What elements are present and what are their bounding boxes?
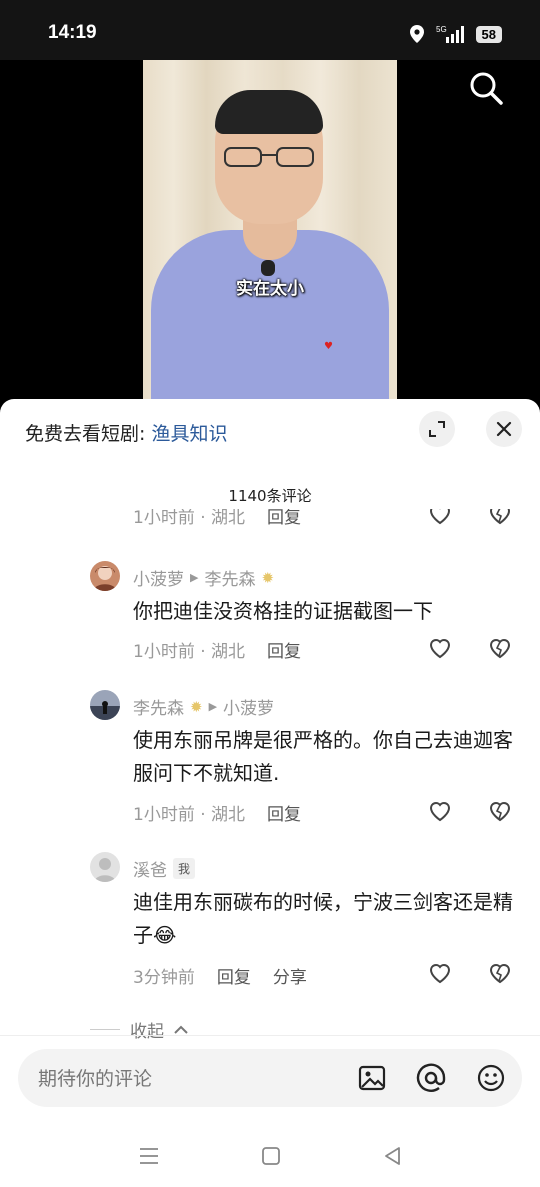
self-tag: 我	[173, 858, 196, 879]
comment-time: 3分钟前	[133, 968, 195, 988]
expand-icon	[429, 421, 445, 437]
avatar-image	[90, 561, 120, 591]
battery-indicator: 58	[475, 25, 502, 43]
comment-count: 1140条评论	[228, 487, 312, 505]
divider	[0, 1035, 540, 1036]
dislike-icon[interactable]	[487, 509, 513, 527]
video-player[interactable]: ♥ 实在太小	[0, 60, 540, 405]
comment-sheet: 免费去看短剧: 渔具知识 1140条评论 1小时前 · 湖北 回复 小菠萝 ▶ …	[0, 399, 540, 1187]
back-nav-icon[interactable]	[382, 1145, 404, 1167]
comment-meta: 1小时前 · 湖北 回复	[133, 637, 301, 662]
video-subtitle: 实在太小	[236, 279, 304, 299]
close-icon	[496, 421, 512, 437]
avatar[interactable]	[90, 690, 120, 720]
collapse-divider	[90, 1029, 120, 1030]
search-icon[interactable]	[468, 70, 504, 106]
comment-author-line: 小菠萝 ▶ 李先森 ✹	[133, 565, 275, 591]
reply-button[interactable]: 回复	[267, 637, 301, 662]
comment-author[interactable]: 溪爸	[133, 856, 167, 881]
mention-icon[interactable]	[416, 1063, 446, 1093]
system-nav-bar	[0, 1129, 540, 1187]
comment-text: 你把迪佳没资格挂的证据截图一下	[133, 599, 433, 623]
comment-time: 1小时前 · 湖北	[133, 805, 246, 825]
reply-button[interactable]: 回复	[217, 963, 251, 988]
partial-comment-time: 1小时前 · 湖北	[133, 509, 246, 528]
status-time: 14:19	[48, 22, 97, 43]
drama-promo-link[interactable]: 渔具知识	[151, 423, 227, 445]
menu-nav-icon[interactable]	[138, 1145, 160, 1167]
comment-text: 迪佳用东丽碳布的时候，宁波三剑客还是精子😂	[133, 890, 513, 947]
close-button[interactable]	[486, 411, 522, 447]
reply-arrow-icon: ▶	[190, 571, 199, 584]
like-icon[interactable]	[427, 960, 453, 986]
comment-author-line: 李先森 ✹ ▶ 小菠萝	[133, 694, 274, 720]
comment-author[interactable]: 李先森	[133, 694, 184, 719]
video-person-glasses	[224, 147, 314, 167]
dislike-icon[interactable]	[487, 635, 513, 661]
reply-target[interactable]: 李先森	[204, 565, 255, 590]
reply-button[interactable]: 回复	[267, 800, 301, 825]
reply-arrow-icon: ▶	[208, 700, 218, 713]
video-person-hair	[215, 90, 323, 134]
like-icon[interactable]	[427, 509, 453, 527]
partial-comment-meta: 1小时前 · 湖北 回复	[133, 509, 301, 528]
comment-input[interactable]	[36, 1059, 340, 1099]
like-icon[interactable]	[427, 798, 453, 824]
collapse-replies-button[interactable]: 收起	[90, 1017, 188, 1042]
partial-comment-row: 1小时前 · 湖北 回复	[0, 509, 540, 533]
avatar[interactable]	[90, 852, 120, 882]
comment-author[interactable]: 小菠萝	[133, 565, 184, 590]
drama-promo-prefix: 免费去看短剧:	[25, 423, 152, 445]
status-icons: 5G 58	[408, 24, 502, 44]
comment-meta: 1小时前 · 湖北 回复	[133, 800, 301, 825]
reply-target[interactable]: 小菠萝	[223, 694, 274, 719]
sun-badge-icon: ✹	[261, 568, 275, 587]
collapse-label: 收起	[130, 1022, 164, 1042]
comment-input-bar	[18, 1049, 522, 1107]
partial-reply-button[interactable]: 回复	[267, 509, 301, 528]
drama-promo[interactable]: 免费去看短剧: 渔具知识	[25, 419, 227, 446]
dislike-icon[interactable]	[487, 798, 513, 824]
signal-icon: 5G	[436, 25, 464, 43]
network-label: 5G	[436, 25, 447, 34]
default-avatar-icon	[90, 852, 120, 882]
chevron-up-icon	[174, 1025, 188, 1034]
comment-meta: 3分钟前 回复 分享	[133, 963, 307, 988]
dislike-icon[interactable]	[487, 960, 513, 986]
video-frame: ♥ 实在太小	[143, 60, 397, 405]
comment-text: 使用东丽吊牌是很严格的。你自己去迪迦客服问下不就知道.	[133, 728, 513, 785]
like-icon[interactable]	[427, 635, 453, 661]
image-icon[interactable]	[357, 1063, 387, 1093]
comment-time: 1小时前 · 湖北	[133, 642, 246, 662]
sun-badge-icon: ✹	[190, 697, 203, 716]
share-button[interactable]: 分享	[273, 963, 307, 988]
comment-author-line: 溪爸 我	[133, 856, 196, 881]
status-bar: 14:19 5G 58	[0, 0, 540, 60]
avatar-image	[90, 690, 120, 720]
avatar[interactable]	[90, 561, 120, 591]
emoji-icon[interactable]	[476, 1063, 506, 1093]
home-nav-icon[interactable]	[260, 1145, 282, 1167]
location-icon	[409, 25, 424, 43]
expand-button[interactable]	[419, 411, 455, 447]
shirt-logo: ♥	[324, 341, 333, 352]
